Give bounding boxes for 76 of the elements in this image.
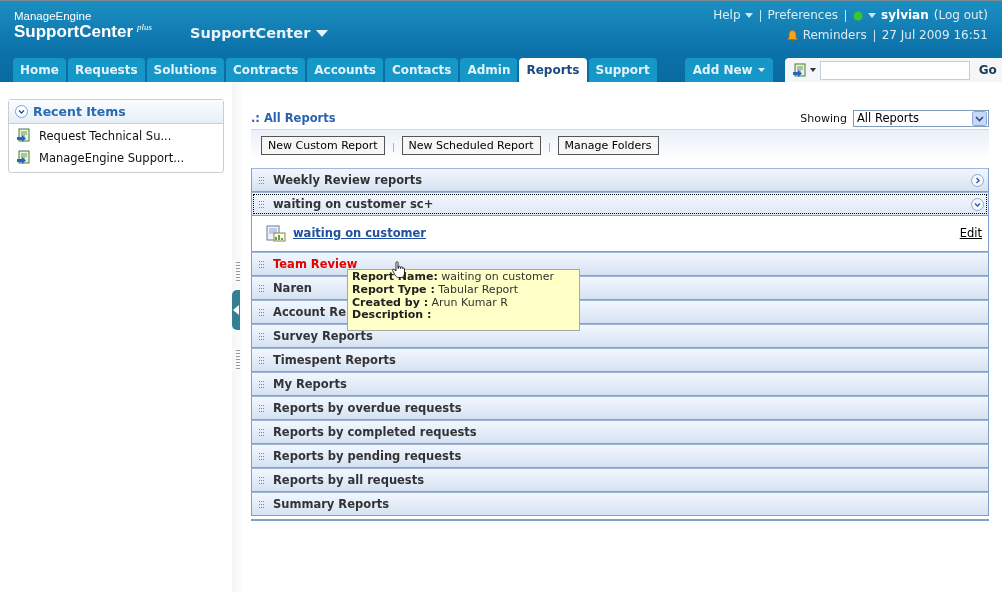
edition-label: plus <box>137 22 152 32</box>
search-type-button[interactable] <box>792 62 816 78</box>
folder-header[interactable]: waiting on customer sc+ <box>251 192 989 216</box>
drag-handle-icon <box>259 332 264 340</box>
reminders-link[interactable]: Reminders <box>802 27 867 44</box>
drag-handle-icon <box>259 404 264 412</box>
collapse-icon <box>15 105 28 118</box>
folder-title: Timespent Reports <box>273 353 396 367</box>
drag-handle-icon <box>259 428 264 436</box>
folder-title: Account Re <box>273 305 346 319</box>
folder-title: Reports by pending requests <box>273 449 462 463</box>
recent-item-link[interactable]: ManageEngine Support... <box>39 150 185 165</box>
collapse-icon <box>971 197 984 211</box>
tooltip-line: Description : <box>352 309 433 323</box>
request-icon <box>17 128 31 143</box>
splitter-grip[interactable] <box>236 262 240 282</box>
section-title: .: All Reports <box>251 111 336 125</box>
caret-icon <box>316 29 329 37</box>
folder-title: Reports by overdue requests <box>273 401 462 415</box>
request-icon <box>17 150 31 165</box>
toolbar-button[interactable]: New Scheduled Report <box>401 135 541 155</box>
showing-label: Showing <box>800 111 847 125</box>
folder-title: Team Review <box>273 257 358 271</box>
drag-handle-icon <box>259 308 264 316</box>
folder-header[interactable]: Reports by all requests <box>251 468 989 492</box>
drag-handle-icon <box>259 380 264 388</box>
recent-item-link[interactable]: Request Technical Su... <box>39 128 172 143</box>
drag-handle-icon <box>259 200 264 208</box>
drag-handle-icon <box>259 452 264 460</box>
nav-tab[interactable]: Reports <box>519 58 587 82</box>
report-link[interactable]: waiting on customer <box>293 226 953 240</box>
drag-handle-icon <box>259 476 264 484</box>
drag-handle-icon <box>259 356 264 364</box>
user-name[interactable]: sylvian <box>881 7 929 24</box>
folder-title: Naren <box>273 281 313 295</box>
folder-header[interactable]: Timespent Reports <box>251 348 989 372</box>
folder-header[interactable]: Reports by overdue requests <box>251 396 989 420</box>
date-time: 27 Jul 2009 16:51 <box>881 27 988 44</box>
folder-title: Reports by all requests <box>273 473 425 487</box>
caret-icon <box>744 13 753 18</box>
drag-handle-icon <box>259 176 264 184</box>
splitter-grip[interactable] <box>236 350 240 370</box>
document-icon <box>792 62 807 78</box>
collapse-sidebar-handle[interactable] <box>232 290 240 330</box>
expand-icon <box>971 173 984 187</box>
go-button[interactable]: Go <box>975 63 1000 77</box>
folder-title: Weekly Review reports <box>273 173 423 187</box>
left-arrow-icon <box>233 305 239 315</box>
caret-icon <box>868 13 877 18</box>
toolbar-button[interactable]: Manage Folders <box>557 135 659 155</box>
drag-handle-icon <box>259 284 264 292</box>
switcher-label: SupportCenter <box>190 24 311 43</box>
bell-icon <box>786 30 798 41</box>
folder-header[interactable]: Reports by completed requests <box>251 420 989 444</box>
folder-title: waiting on customer sc+ <box>273 197 434 211</box>
drag-handle-icon <box>259 260 264 268</box>
edit-link[interactable]: Edit <box>959 226 982 240</box>
product-name: SupportCenter <box>14 22 133 42</box>
report-icon <box>266 224 286 242</box>
vendor-name: ManageEngine <box>14 10 93 22</box>
folder-header[interactable]: Weekly Review reports <box>251 168 989 192</box>
folder-header[interactable]: Reports by pending requests <box>251 444 989 468</box>
folder-title: Summary Reports <box>273 497 390 511</box>
search-field[interactable] <box>819 60 970 80</box>
showing-dropdown[interactable]: All Reports <box>853 109 989 127</box>
toolbar-button[interactable]: New Custom Report <box>261 135 385 155</box>
panel-title: Recent Items <box>33 104 126 119</box>
folder-title: Survey Reports <box>273 329 373 343</box>
caret-icon <box>809 68 816 72</box>
folder-title: Reports by completed requests <box>273 425 477 439</box>
drag-handle-icon <box>259 500 264 508</box>
folder-header[interactable]: Summary Reports <box>251 492 989 516</box>
caret-icon <box>757 68 765 72</box>
folder-header[interactable]: My Reports <box>251 372 989 396</box>
folder-title: My Reports <box>273 377 347 391</box>
tooltip-line: Report Type : Tabular Report <box>352 283 520 297</box>
